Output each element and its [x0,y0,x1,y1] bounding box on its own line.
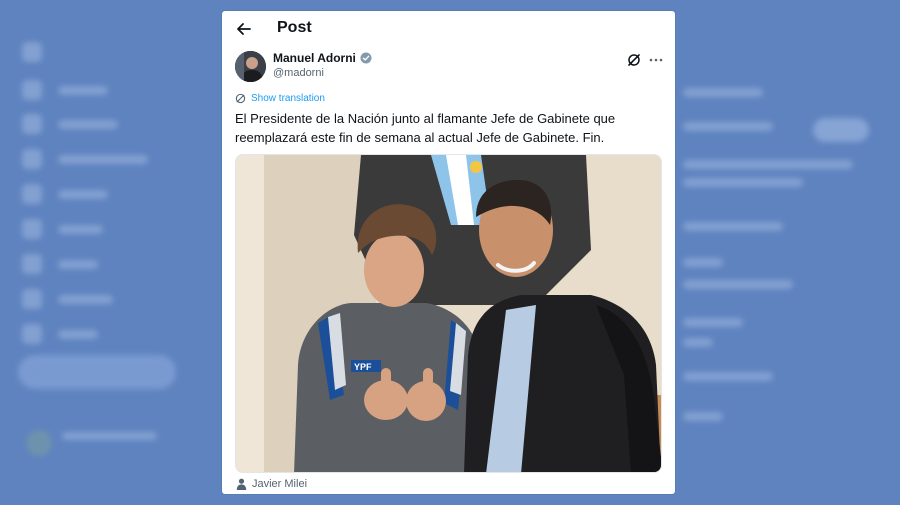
avatar-photo [235,51,266,82]
bg-nav-item [22,324,98,344]
author-handle[interactable]: @madorni [273,67,324,79]
bg-nav-item [22,219,103,239]
bg-nav-item [22,114,118,134]
bg-nav-item [22,42,42,62]
bg-nav-item [22,184,108,204]
bg-side-bar [683,122,773,131]
person-icon [236,478,247,490]
avatar[interactable] [235,51,266,82]
tagged-user-name: Javier Milei [252,478,308,490]
bg-post-button [18,355,176,389]
bg-side-bar [683,222,783,231]
verified-badge-icon [360,52,372,64]
grok-icon [628,54,640,66]
grok-button[interactable] [626,52,642,68]
bg-avatar [26,430,52,456]
bg-side-bar [683,178,803,187]
show-translation-label: Show translation [251,93,325,104]
post-photo[interactable]: YPF [235,154,662,473]
bg-side-bar [683,280,793,289]
bg-side-pill [813,118,869,142]
svg-text:YPF: YPF [354,362,372,372]
show-translation-link[interactable]: Show translation [235,93,325,104]
bg-nav-item [22,149,148,169]
bg-side-bar [683,160,853,169]
selfie-photo: YPF [236,155,661,472]
bg-nav-item [22,80,108,100]
post-text: El Presidente de la Nación junto al flam… [235,111,616,145]
back-button[interactable] [234,19,254,39]
arrow-left-icon [237,23,251,35]
bg-side-bar [683,372,773,381]
bg-nav-item [22,254,98,274]
bg-side-bar [683,88,763,97]
tagged-user[interactable]: Javier Milei [236,478,307,490]
more-options-button[interactable] [648,53,664,67]
post-header: Post [222,11,675,47]
bg-nav-item [22,289,113,309]
bg-side-bar [683,318,743,327]
post-card: Post Manuel Adorni @madorni Show transla… [222,11,675,494]
bg-account-bar [62,432,157,440]
bg-side-bar [683,258,723,267]
bg-side-bar [683,412,723,421]
more-horizontal-icon [649,58,663,62]
page-title: Post [277,19,312,36]
bg-side-bar [683,338,713,347]
globe-icon [235,93,246,104]
author-name[interactable]: Manuel Adorni [273,51,356,65]
author-name-row: Manuel Adorni [273,51,372,65]
